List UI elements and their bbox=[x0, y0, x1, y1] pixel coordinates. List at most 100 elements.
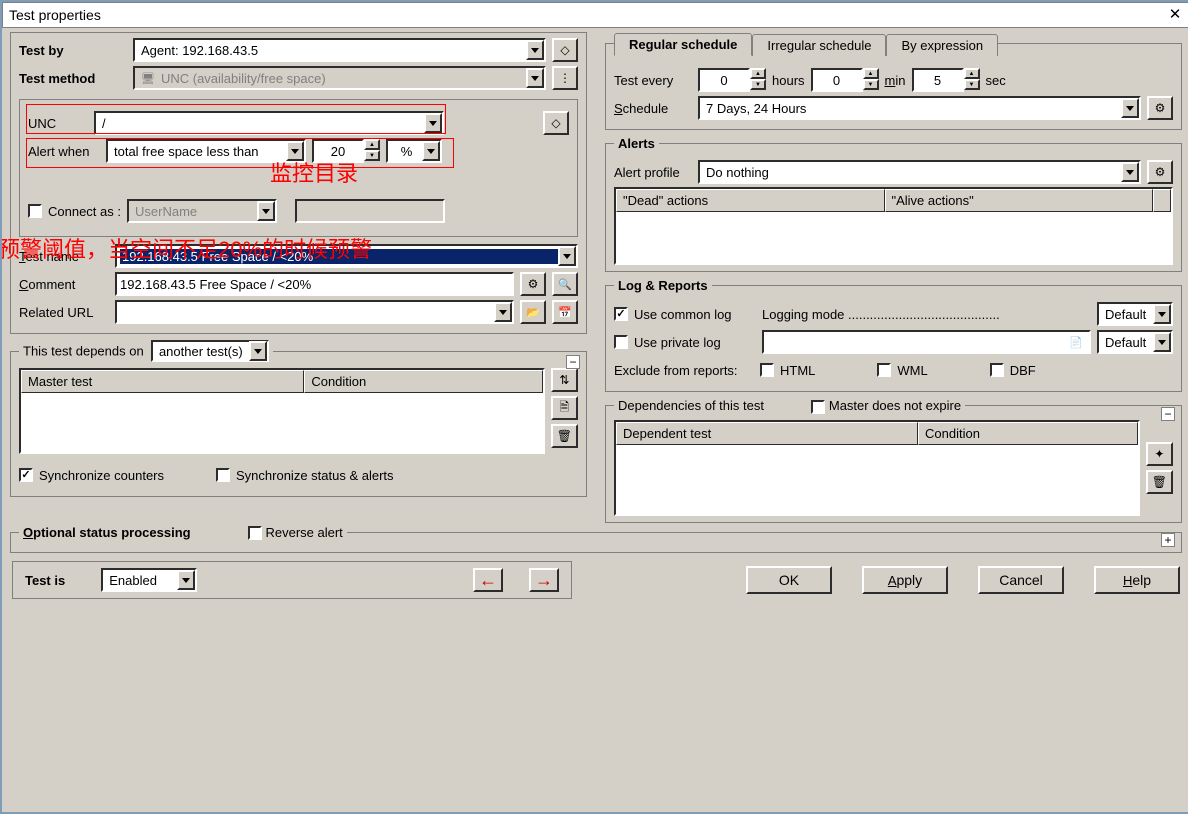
wizard-icon bbox=[528, 277, 539, 291]
comment-input[interactable]: 192.168.43.5 Free Space / <20% bbox=[115, 272, 514, 296]
window-title: Test properties bbox=[9, 7, 101, 23]
exclude-label: Exclude from reports: bbox=[614, 363, 754, 378]
chevron-down-icon[interactable] bbox=[558, 246, 576, 266]
help-button[interactable]: Help bbox=[1094, 566, 1180, 594]
delete-button[interactable] bbox=[551, 424, 578, 448]
collapse-button-2[interactable]: − bbox=[1161, 407, 1175, 421]
chevron-down-icon[interactable] bbox=[1153, 304, 1171, 324]
folder-button[interactable] bbox=[520, 300, 546, 324]
chevron-down-icon[interactable] bbox=[1153, 332, 1171, 352]
dependencies-of-group: Dependencies of this test Master does no… bbox=[605, 398, 1182, 523]
light-icon bbox=[1154, 447, 1164, 461]
expand-osp-button[interactable]: + bbox=[1161, 533, 1175, 547]
reverse-alert-checkbox[interactable] bbox=[248, 526, 262, 540]
alive-actions-col-header: "Alive actions" bbox=[885, 189, 1154, 212]
file-open-icon[interactable] bbox=[1066, 335, 1086, 349]
annotation-monitor-dir: 监控目录 bbox=[270, 156, 358, 188]
master-test-list[interactable]: Master test Condition bbox=[19, 368, 545, 454]
tab-by-expression[interactable]: By expression bbox=[886, 34, 998, 56]
schedule-group: Regular schedule Irregular schedule By e… bbox=[605, 32, 1182, 130]
related-url-label: Related URL bbox=[19, 305, 109, 320]
use-private-log-checkbox[interactable] bbox=[614, 335, 628, 349]
chevron-down-icon[interactable] bbox=[1121, 98, 1139, 118]
spin-down-icon[interactable]: ▼ bbox=[364, 150, 380, 161]
unc-label: UNC bbox=[28, 116, 88, 131]
exclude-html-checkbox[interactable] bbox=[760, 363, 774, 377]
wizard-icon bbox=[1155, 101, 1166, 115]
master-does-not-expire-checkbox[interactable] bbox=[811, 400, 825, 414]
alert-profile-label: Alert profile bbox=[614, 165, 692, 180]
schedule-wizard-button[interactable] bbox=[1147, 96, 1173, 120]
condition-col-header: Condition bbox=[304, 370, 542, 393]
exclude-wml-checkbox[interactable] bbox=[877, 363, 891, 377]
new-page-button[interactable] bbox=[551, 396, 578, 420]
collapse-button[interactable]: − bbox=[566, 355, 580, 369]
unc-input[interactable]: / bbox=[94, 111, 444, 135]
chevron-down-icon bbox=[257, 201, 275, 221]
chevron-down-icon[interactable] bbox=[422, 141, 440, 161]
search-button[interactable] bbox=[552, 272, 578, 296]
connect-as-checkbox[interactable] bbox=[28, 204, 42, 218]
logging-mode-combo-2[interactable]: Default bbox=[1097, 330, 1173, 354]
eraser-button[interactable] bbox=[552, 38, 578, 62]
calendar-button[interactable] bbox=[552, 300, 578, 324]
exclude-dbf-checkbox[interactable] bbox=[990, 363, 1004, 377]
chevron-down-icon[interactable] bbox=[526, 40, 544, 60]
trash-icon bbox=[1152, 475, 1167, 489]
folder-icon bbox=[526, 305, 540, 319]
depends-mode-combo[interactable]: another test(s) bbox=[151, 340, 269, 362]
alert-wizard-button[interactable] bbox=[1147, 160, 1173, 184]
sync-counters-checkbox[interactable] bbox=[19, 468, 33, 482]
light-button[interactable] bbox=[1146, 442, 1173, 466]
hours-spinner[interactable]: 0▲▼ bbox=[698, 68, 766, 92]
min-spinner[interactable]: 0▲▼ bbox=[811, 68, 879, 92]
chevron-down-icon[interactable] bbox=[494, 302, 512, 322]
private-log-path-input[interactable] bbox=[762, 330, 1091, 354]
test-by-combo[interactable]: Agent: 192.168.43.5 bbox=[133, 38, 546, 62]
use-common-log-checkbox[interactable] bbox=[614, 307, 628, 321]
delete-dep-button[interactable] bbox=[1146, 470, 1173, 494]
schedule-combo[interactable]: 7 Days, 24 Hours bbox=[698, 96, 1141, 120]
chevron-down-icon[interactable] bbox=[1121, 162, 1139, 182]
wizard-button[interactable] bbox=[520, 272, 546, 296]
next-button[interactable]: → bbox=[529, 568, 559, 592]
use-private-log-label: Use private log bbox=[634, 335, 756, 350]
tab-irregular-schedule[interactable]: Irregular schedule bbox=[752, 34, 886, 56]
alert-profile-combo[interactable]: Do nothing bbox=[698, 160, 1141, 184]
logging-mode-combo-1[interactable]: Default bbox=[1097, 302, 1173, 326]
swap-icon bbox=[559, 373, 569, 387]
arrow-right-icon: → bbox=[535, 570, 553, 591]
chevron-down-icon[interactable] bbox=[177, 570, 195, 590]
alert-actions-list[interactable]: "Dead" actions "Alive actions" bbox=[614, 187, 1173, 265]
dependent-test-list[interactable]: Dependent test Condition bbox=[614, 420, 1140, 516]
related-url-combo[interactable] bbox=[115, 300, 514, 324]
chevron-down-icon[interactable] bbox=[249, 341, 267, 361]
test-is-combo[interactable]: Enabled bbox=[101, 568, 197, 592]
eraser-button-2[interactable] bbox=[543, 111, 569, 135]
trash-icon bbox=[557, 429, 572, 443]
sync-status-label: Synchronize status & alerts bbox=[236, 468, 394, 483]
spin-up-icon[interactable]: ▲ bbox=[364, 139, 380, 150]
arrow-left-icon: ← bbox=[479, 570, 497, 591]
eraser-icon bbox=[551, 116, 560, 130]
test-every-label: Test every bbox=[614, 73, 692, 88]
ok-button[interactable]: OK bbox=[746, 566, 832, 594]
dep-condition-col-header: Condition bbox=[918, 422, 1138, 445]
swap-button[interactable] bbox=[551, 368, 578, 392]
logging-mode-label: Logging mode ...........................… bbox=[762, 307, 1091, 322]
master-does-not-expire-label: Master does not expire bbox=[829, 398, 961, 413]
sync-counters-label: Synchronize counters bbox=[39, 468, 164, 483]
annotation-threshold: 预警阈值，当空间不足20%的时候预警 bbox=[2, 232, 372, 264]
tab-regular-schedule[interactable]: Regular schedule bbox=[614, 33, 752, 56]
close-button[interactable]: ✕ bbox=[1165, 4, 1185, 24]
chevron-down-icon[interactable] bbox=[424, 113, 442, 133]
tree-button[interactable] bbox=[552, 66, 578, 90]
sec-spinner[interactable]: 5▲▼ bbox=[912, 68, 980, 92]
sync-status-checkbox[interactable] bbox=[216, 468, 230, 482]
apply-button[interactable]: Apply bbox=[862, 566, 948, 594]
cancel-button[interactable]: Cancel bbox=[978, 566, 1064, 594]
alert-when-unit-combo[interactable]: % bbox=[386, 139, 442, 163]
reverse-alert-label: Reverse alert bbox=[265, 525, 342, 540]
chevron-down-icon bbox=[526, 68, 544, 88]
prev-button[interactable]: ← bbox=[473, 568, 503, 592]
